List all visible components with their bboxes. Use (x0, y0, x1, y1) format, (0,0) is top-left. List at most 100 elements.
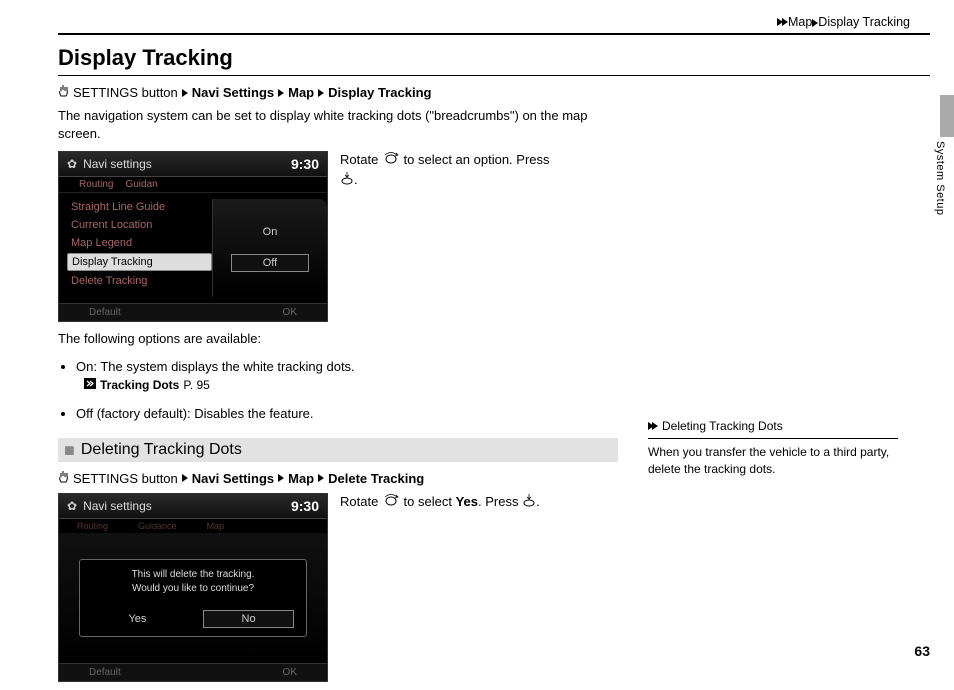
tab: Routing (79, 179, 113, 190)
footer-default: Default (89, 667, 121, 678)
opt-label: Off (76, 406, 93, 421)
tab-block (940, 95, 954, 137)
opt-label: On (76, 359, 93, 374)
nav-path: SETTINGS button Navi Settings Map Delete… (58, 470, 618, 487)
ss-tabs-dim: Routing Guidance Map (59, 519, 327, 533)
cross-reference: Tracking Dots P. 95 (84, 376, 618, 394)
intro-paragraph: The navigation system can be set to disp… (58, 107, 618, 143)
subheading: ■ Deleting Tracking Dots (58, 438, 618, 462)
double-arrow-icon (648, 422, 658, 430)
instruction: Rotate to select an option. Press . (340, 151, 618, 322)
nav-prefix: SETTINGS button (73, 85, 178, 100)
ss-title: Navi settings (83, 499, 152, 513)
nav-item: Map (288, 85, 314, 100)
ss-list: Straight Line Guide Current Location Map… (67, 199, 212, 297)
options-intro: The following options are available: (58, 330, 618, 348)
side-note-title: Deleting Tracking Dots (662, 419, 783, 433)
side-note-body: When you transfer the vehicle to a third… (648, 438, 898, 478)
text: to select an option. Press (400, 152, 550, 167)
side-note-heading: Deleting Tracking Dots (648, 419, 898, 433)
list-item-active: Display Tracking (67, 253, 212, 271)
text: Rotate (340, 152, 382, 167)
triangle-icon (278, 474, 284, 482)
breadcrumb-item: Map (788, 15, 812, 29)
ss-footer: Default OK (59, 303, 327, 321)
main-column: SETTINGS button Navi Settings Map Displa… (58, 84, 618, 690)
text: to select (400, 494, 456, 509)
tab: Routing (77, 521, 108, 531)
rotate-dial-icon (382, 151, 400, 170)
divider (58, 33, 930, 35)
option-on-desc: On: The system displays the white tracki… (76, 357, 618, 395)
no-button: No (203, 610, 294, 628)
text-yes: Yes (456, 494, 478, 509)
triangle-icon (182, 474, 188, 482)
ss-title: Navi settings (83, 157, 152, 171)
list-item: Map Legend (67, 235, 212, 251)
text: . Press (478, 494, 522, 509)
press-dial-icon (340, 171, 354, 190)
screenshot-delete-confirm: ✿ Navi settings 9:30 Routing Guidance Map… (58, 493, 328, 682)
footer-default: Default (89, 307, 121, 318)
tab: Guidan (125, 179, 157, 190)
hand-icon (58, 470, 69, 487)
tab: Map (207, 521, 225, 531)
list-item: Current Location (67, 217, 212, 233)
section-label: System Setup (934, 141, 946, 215)
subheading-text: Deleting Tracking Dots (81, 441, 242, 459)
opt-desc: : The system displays the white tracking… (93, 359, 354, 374)
nav-prefix: SETTINGS button (73, 471, 178, 486)
ref-page: P. 95 (183, 376, 209, 394)
press-dial-icon (522, 493, 536, 512)
option-on: On (231, 224, 309, 240)
triangle-icon (278, 89, 284, 97)
nav-item: Navi Settings (192, 471, 274, 486)
gear-icon: ✿ (67, 157, 77, 171)
options-list: On: The system displays the white tracki… (58, 357, 618, 424)
breadcrumb-item: Display Tracking (818, 15, 910, 29)
ss-options: On Off (212, 199, 327, 297)
triangle-icon (777, 18, 788, 26)
nav-item: Navi Settings (192, 85, 274, 100)
clock: 9:30 (291, 498, 319, 514)
gear-icon: ✿ (67, 499, 77, 513)
triangle-icon (318, 474, 324, 482)
yes-button: Yes (92, 610, 183, 628)
msg-line: This will delete the tracking. (132, 569, 255, 580)
square-icon: ■ (64, 441, 75, 459)
instruction: Rotate to select Yes. Press . (340, 493, 618, 682)
option-off: Off (231, 254, 309, 272)
dialog-message: This will delete the tracking. Would you… (92, 568, 294, 596)
side-column: Deleting Tracking Dots When you transfer… (648, 84, 898, 690)
nav-path: SETTINGS button Navi Settings Map Displa… (58, 84, 618, 101)
confirm-dialog: This will delete the tracking. Would you… (79, 559, 307, 637)
triangle-icon (182, 89, 188, 97)
list-item: Straight Line Guide (67, 199, 212, 215)
footer-ok: OK (283, 307, 297, 318)
screenshot-navi-settings: ✿ Navi settings 9:30 Routing Guidan Strai… (58, 151, 328, 322)
page-number: 63 (914, 643, 930, 659)
option-off-desc: Off (factory default): Disables the feat… (76, 404, 618, 424)
nav-item: Display Tracking (328, 85, 431, 100)
page-title: Display Tracking (58, 45, 930, 76)
nav-item: Map (288, 471, 314, 486)
breadcrumb: Map Display Tracking (58, 15, 930, 33)
section-tab: System Setup (930, 95, 954, 215)
nav-item: Delete Tracking (328, 471, 424, 486)
link-icon (84, 376, 96, 394)
text: . (354, 172, 358, 187)
ss-footer: Default OK (59, 663, 327, 681)
clock: 9:30 (291, 156, 319, 172)
ss-tabs: Routing Guidan (59, 177, 327, 193)
ref-label: Tracking Dots (100, 376, 179, 394)
footer-ok: OK (283, 667, 297, 678)
hand-icon (58, 84, 69, 101)
tab: Guidance (138, 521, 177, 531)
list-item: Delete Tracking (67, 273, 212, 289)
triangle-icon (318, 89, 324, 97)
opt-desc: (factory default): Disables the feature. (93, 406, 313, 421)
text: Rotate (340, 494, 382, 509)
msg-line: Would you like to continue? (132, 583, 254, 594)
text: . (536, 494, 540, 509)
rotate-dial-icon (382, 493, 400, 512)
